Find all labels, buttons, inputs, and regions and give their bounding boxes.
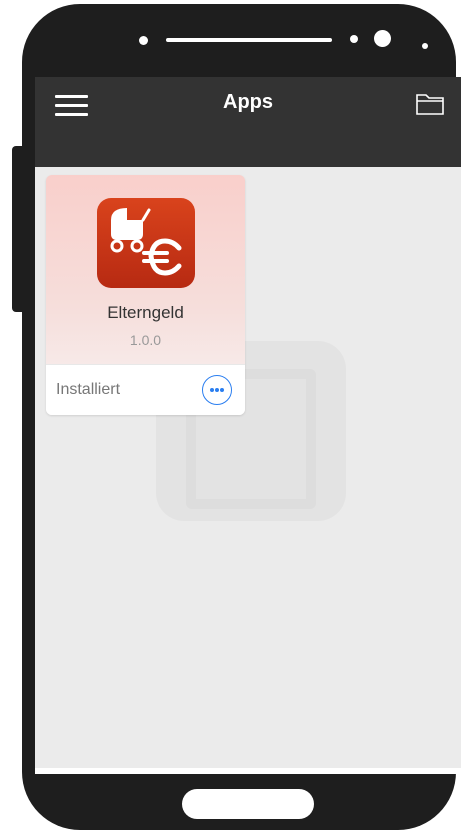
app-name: Elterngeld (107, 303, 184, 322)
page-title: Apps (223, 91, 273, 113)
sensor-dot (350, 35, 358, 43)
app-card[interactable]: Elterngeld 1.0.0 Installiert (46, 175, 245, 415)
ellipsis-icon (210, 388, 214, 392)
speaker-dot (139, 36, 148, 45)
stroller-euro-icon[interactable] (97, 198, 195, 288)
folder-icon[interactable] (415, 91, 445, 117)
more-options-button[interactable] (202, 375, 232, 405)
screen-bottom-edge (35, 768, 461, 774)
app-card-footer: Installiert (46, 364, 245, 415)
home-button[interactable] (182, 789, 314, 819)
proximity-sensor (422, 43, 428, 49)
app-version: 1.0.0 (129, 332, 162, 348)
speaker-grille (166, 38, 332, 42)
phone-screen: Apps Elterngeld 1.0.0 Installiert (35, 77, 461, 770)
front-camera (374, 30, 391, 47)
install-status: Installiert (56, 381, 121, 398)
app-bar: Apps (35, 77, 461, 167)
